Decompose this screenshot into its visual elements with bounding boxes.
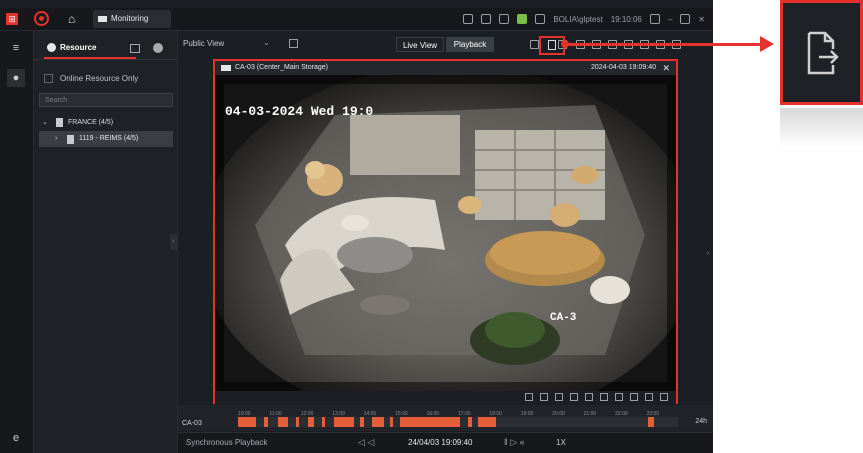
playback-bar: Synchronous Playback ◁ ◁ 24/04/03 19:09:…	[178, 432, 713, 453]
clip-icon[interactable]	[555, 393, 563, 401]
tree-item-label: FRANCE (4/5)	[68, 119, 114, 126]
star-icon[interactable]	[530, 40, 539, 49]
left-rail: ≡ ● e	[0, 31, 34, 453]
video-controls	[215, 391, 676, 404]
app-window: ⊞ ⌂ Monitoring BOLIA\glptest 19:10:06 – …	[0, 0, 713, 453]
layout-icon[interactable]	[499, 14, 510, 24]
health-icon[interactable]	[517, 14, 528, 24]
tab-resource-label: Resource	[60, 43, 97, 52]
close-icon[interactable]: ✕	[662, 61, 670, 75]
callout-arrow	[565, 43, 765, 46]
home-icon[interactable]: ⌂	[68, 12, 82, 26]
globe-icon	[47, 43, 56, 52]
tree-item-label: 1119 - REIMS (4/5)	[79, 135, 139, 142]
minimize-button[interactable]: –	[668, 15, 672, 24]
osd-camera-name: CA-3	[550, 312, 577, 324]
sync-playback-toggle[interactable]: Synchronous Playback	[186, 438, 267, 447]
snapshot-icon[interactable]	[540, 393, 548, 401]
video-window-header: CA-03 (Center_Main Storage) 2024-04-03 1…	[215, 61, 676, 75]
tree-item-france[interactable]: ⌄ FRANCE (4/5)	[42, 117, 113, 129]
video-feed[interactable]: 04-03-2024 Wed 19:0 CA-3	[215, 75, 676, 391]
camera-icon	[221, 65, 231, 71]
camera-timestamp: 2024-04-03 19:09:40	[591, 64, 656, 71]
tab-monitoring[interactable]: Monitoring	[93, 10, 171, 28]
sort-icon[interactable]	[481, 14, 492, 24]
export-icon-zoom	[780, 0, 863, 105]
online-only-label: Online Resource Only	[60, 74, 139, 83]
timeline-ticks: 10:00 11:00 12:00 13:00 14:00 15:00 16:00 17:00…	[238, 411, 659, 417]
tab-grid-icon[interactable]	[130, 44, 140, 53]
live-view-button[interactable]: Live View	[396, 37, 444, 52]
export-icon[interactable]	[630, 393, 638, 401]
pin-icon[interactable]	[585, 393, 593, 401]
building-icon	[56, 118, 63, 127]
playback-button[interactable]: Playback	[446, 37, 494, 52]
sidebar-tabs: Resource	[34, 39, 177, 60]
playback-datetime[interactable]: 24/04/03 19:09:40	[408, 438, 473, 447]
resource-sidebar: Resource Online Resource Only Search ⌄ F…	[34, 31, 178, 453]
zoom-reflection	[780, 108, 863, 148]
help-icon[interactable]	[535, 14, 546, 24]
tab-monitoring-label: Monitoring	[111, 14, 149, 23]
export-icon	[807, 31, 839, 75]
recording-bar[interactable]	[238, 417, 678, 427]
brand-logo-icon	[34, 11, 49, 26]
app-menu-icon[interactable]: ⊞	[6, 13, 18, 25]
chevron-down-icon[interactable]: ⌄	[263, 38, 270, 47]
fullscreen-icon[interactable]	[645, 393, 653, 401]
sidebar-collapse-handle[interactable]: ‹	[170, 234, 177, 250]
view-selector[interactable]: Public View	[183, 39, 224, 48]
lock-icon[interactable]	[649, 14, 660, 24]
building-icon	[67, 135, 74, 144]
maximize-button[interactable]	[680, 14, 691, 24]
tree-item-reims[interactable]: › 1119 - REIMS (4/5)	[39, 131, 173, 147]
zoom-icon[interactable]	[525, 393, 533, 401]
prev-frame-icon[interactable]: ◁ ◁	[358, 437, 374, 448]
right-panel-handle[interactable]: «	[706, 250, 710, 257]
settings-icon[interactable]: e	[7, 429, 25, 447]
online-only-checkbox[interactable]: Online Resource Only	[44, 74, 138, 84]
osd-timestamp: 04-03-2024 Wed 19:0	[225, 104, 373, 119]
tab-resource[interactable]: Resource	[44, 39, 136, 59]
checkbox-box[interactable]	[44, 74, 53, 83]
camera-title: CA-03 (Center_Main Storage)	[235, 64, 328, 71]
window-icon[interactable]	[615, 393, 623, 401]
globe-icon[interactable]: ●	[7, 69, 25, 87]
callout-arrow-head	[760, 36, 774, 52]
search-placeholder: Search	[45, 97, 68, 104]
chevron-right-icon[interactable]: ›	[55, 131, 57, 147]
user-name[interactable]: BOLIA\glptest	[553, 15, 602, 24]
clock: 19:10:06	[610, 14, 642, 24]
tab-settings-icon[interactable]	[153, 43, 163, 53]
search-frame-icon[interactable]	[600, 393, 608, 401]
close-button[interactable]: ✕	[698, 15, 705, 24]
titlebar-tools: BOLIA\glptest 19:10:06 – ✕	[463, 12, 705, 26]
chevron-down-icon[interactable]: ⌄	[42, 117, 48, 129]
tag-icon[interactable]	[570, 393, 578, 401]
search-input[interactable]: Search	[39, 93, 173, 107]
timeline-camera-label: CA-03	[182, 420, 202, 427]
pause-icon[interactable]: ‖ ▷ «	[504, 437, 525, 448]
audio-icon[interactable]	[660, 393, 668, 401]
save-view-icon[interactable]	[289, 39, 298, 48]
menu-icon[interactable]: ≡	[7, 39, 25, 57]
tools-icon[interactable]	[463, 14, 474, 24]
timeline-range[interactable]: 24h	[695, 418, 707, 425]
export-icon[interactable]	[548, 40, 556, 50]
playback-timeline[interactable]: 10:00 11:00 12:00 13:00 14:00 15:00 16:00 17:00…	[178, 405, 713, 431]
camera-image: 04-03-2024 Wed 19:0 CA-3	[215, 75, 676, 391]
video-control-icons	[525, 393, 668, 401]
titlebar: ⊞ ⌂ Monitoring BOLIA\glptest 19:10:06 – …	[0, 8, 713, 31]
camera-icon	[98, 16, 107, 22]
playback-speed[interactable]: 1X	[556, 438, 566, 447]
video-window[interactable]: CA-03 (Center_Main Storage) 2024-04-03 1…	[213, 59, 678, 404]
